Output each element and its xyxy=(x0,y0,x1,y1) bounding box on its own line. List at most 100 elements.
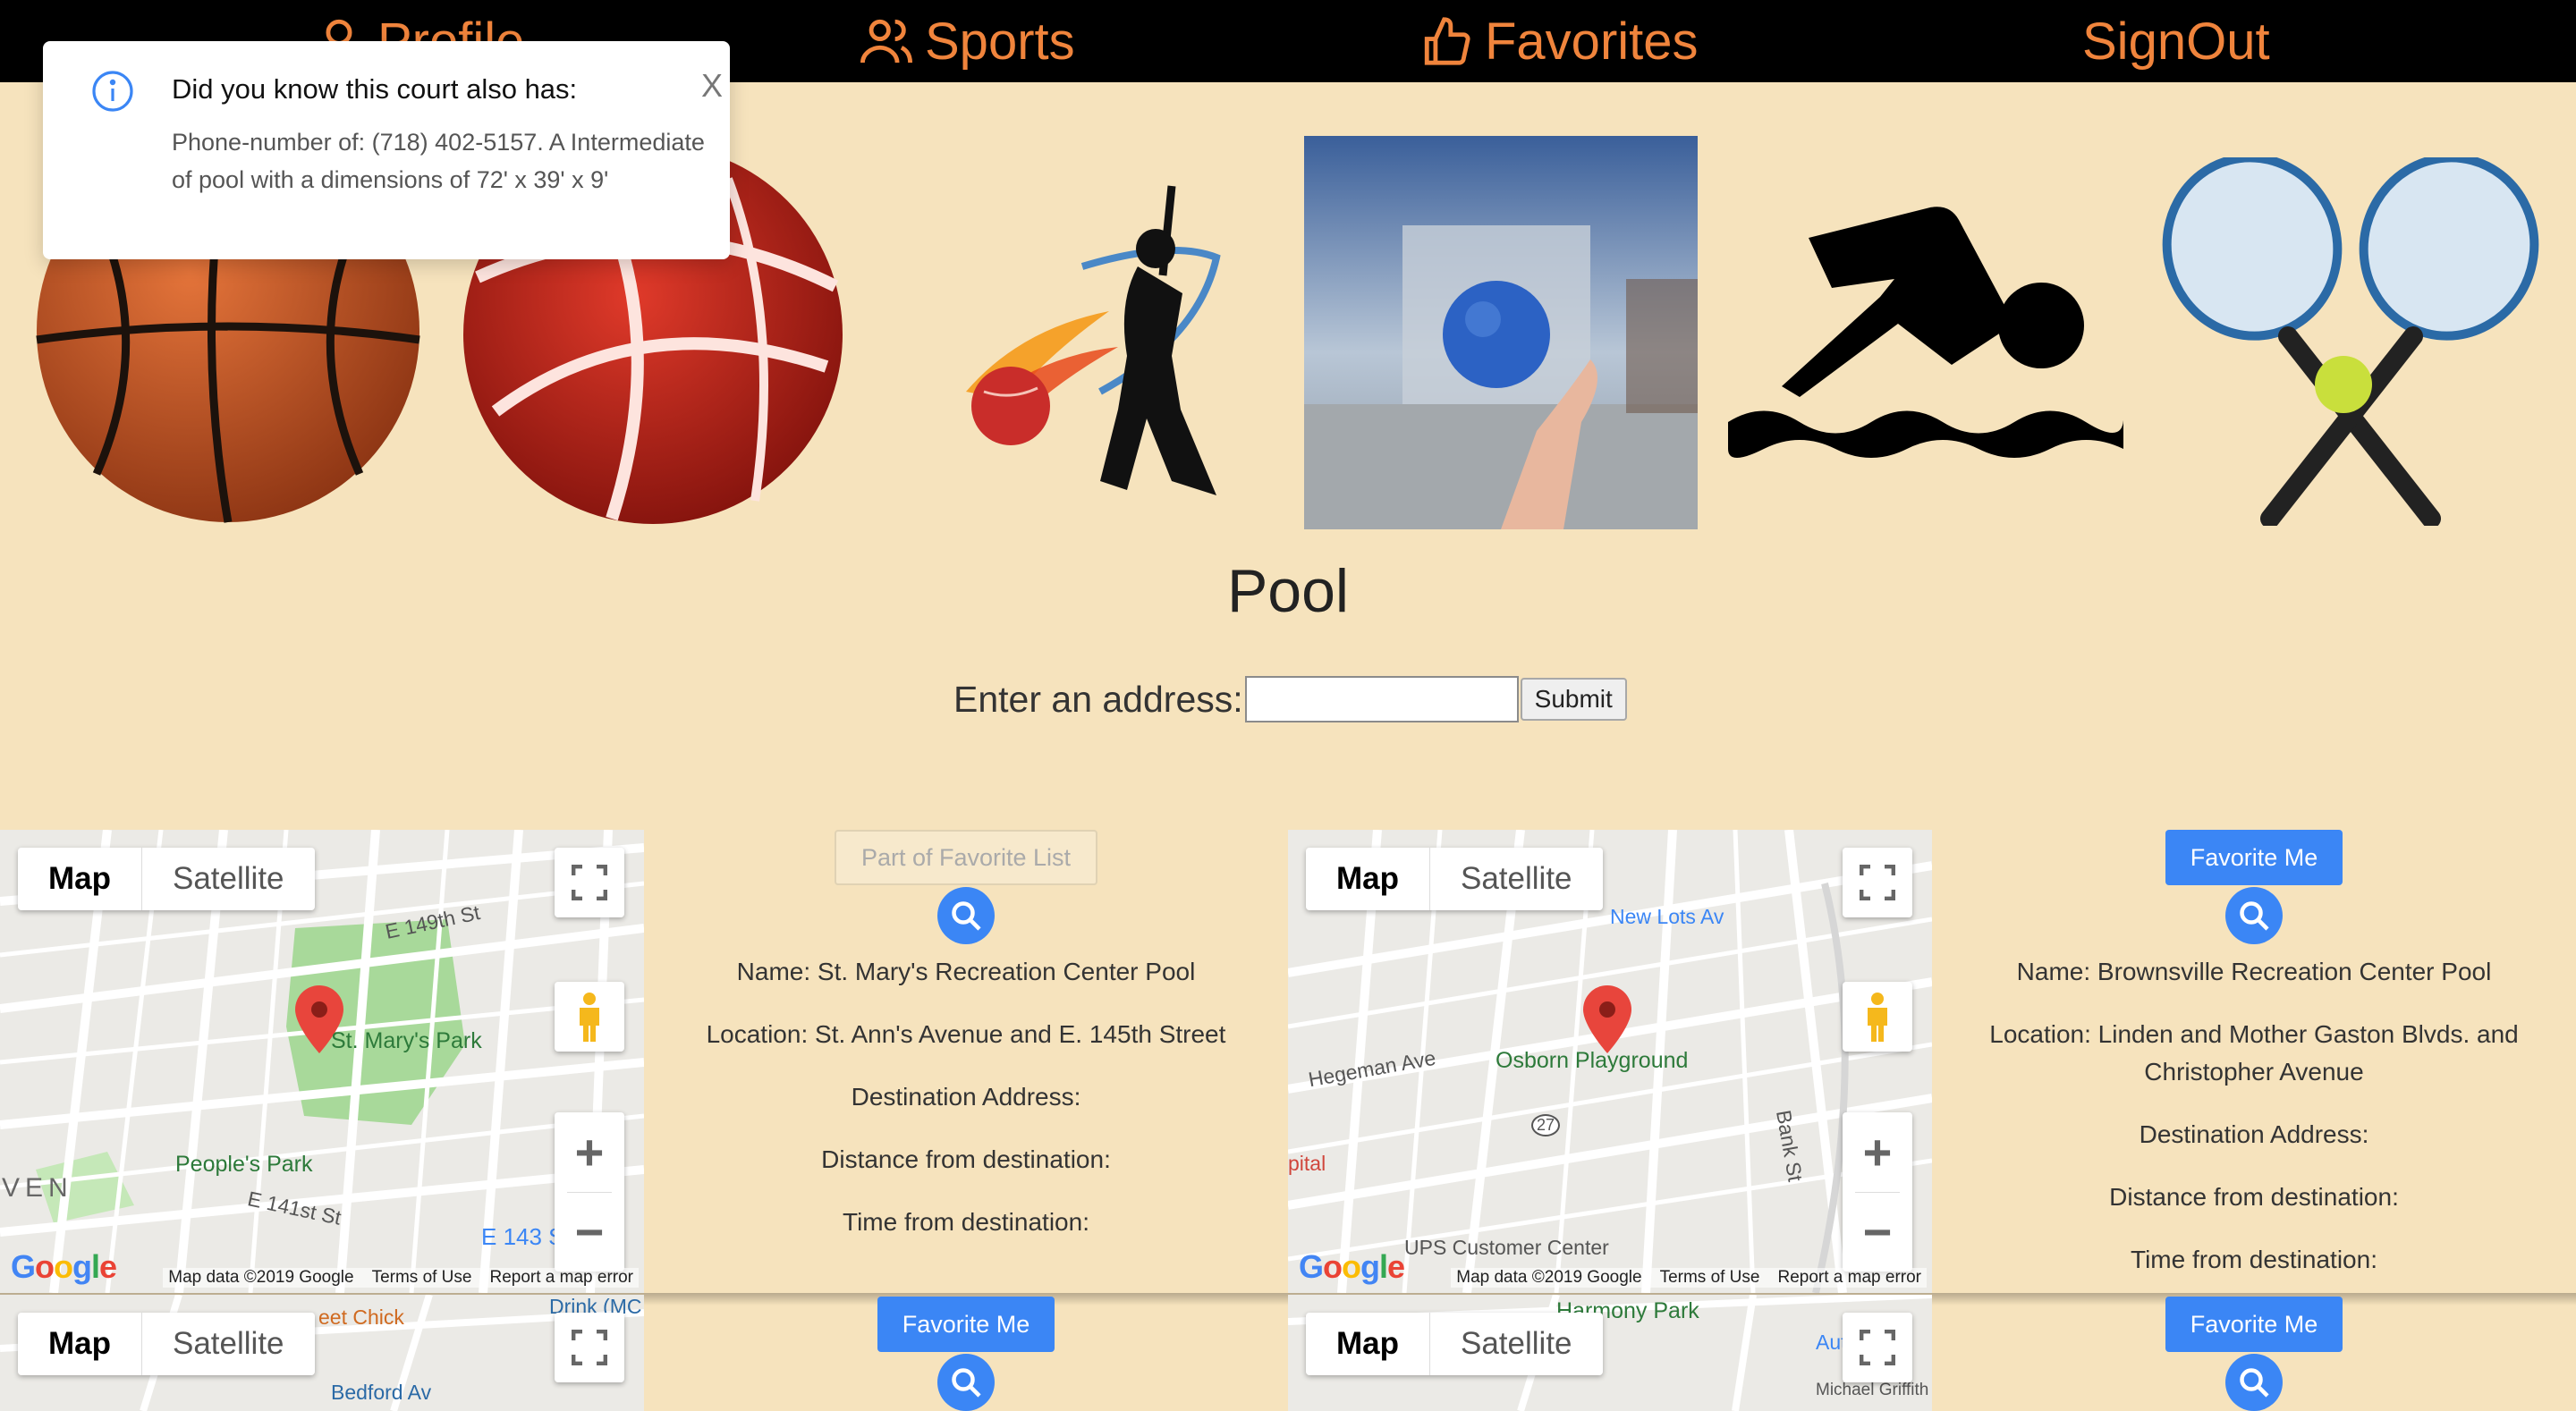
map-label-street: Bedford Av xyxy=(331,1381,432,1404)
distance-from-destination: Distance from destination: xyxy=(821,1145,1111,1173)
map-type-satellite-button[interactable]: Satellite xyxy=(1430,848,1603,910)
fullscreen-button[interactable] xyxy=(1843,848,1912,917)
result-panel-3: Favorite Me xyxy=(644,1297,1288,1411)
terms-link[interactable]: Terms of Use xyxy=(372,1268,472,1288)
terms-link[interactable]: Terms of Use xyxy=(1660,1268,1760,1288)
map-label-poi: eet Chick xyxy=(318,1305,404,1329)
nav-favorites[interactable]: Favorites xyxy=(1420,7,1699,75)
pool-name: Name: Brownsville Recreation Center Pool xyxy=(2016,958,2492,985)
map-type-map-button[interactable]: Map xyxy=(1306,848,1430,910)
fullscreen-button[interactable] xyxy=(555,1313,624,1382)
submit-button[interactable]: Submit xyxy=(1520,678,1627,721)
search-icon xyxy=(952,1368,981,1398)
fullscreen-icon xyxy=(572,865,607,900)
fullscreen-button[interactable] xyxy=(1843,1313,1912,1382)
address-input[interactable] xyxy=(1244,676,1519,722)
racquetball-image[interactable] xyxy=(1304,136,1698,529)
fullscreen-icon xyxy=(1860,1330,1895,1365)
nav-signout[interactable]: SignOut xyxy=(2082,7,2270,75)
map-type-satellite-button[interactable]: Satellite xyxy=(142,848,315,910)
court-info-toast: Did you know this court also has: X Phon… xyxy=(43,41,730,259)
map-type-satellite-button[interactable]: Satellite xyxy=(1430,1313,1603,1375)
nav-signout-label: SignOut xyxy=(2082,12,2270,71)
map-label-station: New Lots Av xyxy=(1610,905,1724,928)
zoom-out-button[interactable]: − xyxy=(555,1192,624,1272)
info-icon xyxy=(92,71,133,112)
map-label-park: St. Mary's Park xyxy=(331,1028,482,1053)
pool-location: Location: Linden and Mother Gaston Blvds… xyxy=(1989,1020,2519,1086)
result-panel-4: Favorite Me xyxy=(1932,1297,2576,1411)
map-type-map-button[interactable]: Map xyxy=(18,1313,142,1375)
fullscreen-button[interactable] xyxy=(555,848,624,917)
nav-favorites-label: Favorites xyxy=(1485,12,1699,71)
street-view-button[interactable] xyxy=(1843,982,1912,1052)
location-pin-icon[interactable] xyxy=(1583,985,1631,1053)
map-type-control: Map Satellite xyxy=(18,848,315,910)
search-button[interactable] xyxy=(937,1354,995,1411)
zoom-in-button[interactable]: + xyxy=(555,1112,624,1192)
toast-title: Did you know this court also has: xyxy=(172,73,578,105)
address-label: Enter an address: xyxy=(953,678,1243,720)
toast-close-button[interactable]: X xyxy=(701,68,723,104)
map-type-control: Map Satellite xyxy=(1306,1313,1603,1375)
google-logo: Google xyxy=(1299,1248,1405,1285)
map-type-control: Map Satellite xyxy=(1306,848,1603,910)
destination-address: Destination Address: xyxy=(2139,1120,2369,1148)
swimming-icon[interactable] xyxy=(1728,190,2123,476)
favorite-button[interactable]: Favorite Me xyxy=(877,1297,1055,1352)
thumbs-up-icon xyxy=(1424,17,1470,65)
map-brownsville[interactable]: Osborn Playground New Lots Av Hegeman Av… xyxy=(1288,830,1932,1293)
favorite-button[interactable]: Favorite Me xyxy=(2165,1297,2343,1352)
google-logo: Google xyxy=(11,1248,117,1285)
map-type-map-button[interactable]: Map xyxy=(18,848,142,910)
destination-address: Destination Address: xyxy=(851,1083,1081,1111)
zoom-out-button[interactable]: − xyxy=(1843,1192,1912,1272)
zoom-control: + − xyxy=(1843,1112,1912,1272)
map-type-map-button[interactable]: Map xyxy=(1306,1313,1430,1375)
fullscreen-icon xyxy=(572,1330,607,1365)
cricket-image[interactable] xyxy=(948,177,1243,522)
pool-name: Name: St. Mary's Recreation Center Pool xyxy=(736,958,1196,985)
map-data-text: Map data ©2019 Google xyxy=(168,1268,354,1287)
pegman-icon xyxy=(580,993,599,1042)
time-from-destination: Time from destination: xyxy=(843,1208,1089,1236)
time-from-destination: Time from destination: xyxy=(2131,1246,2377,1273)
result-panel-brownsville: Favorite Me Name: Brownsville Recreation… xyxy=(1932,830,2576,1279)
search-icon xyxy=(2240,1368,2269,1398)
favorite-button[interactable]: Part of Favorite List xyxy=(834,830,1098,885)
search-button[interactable] xyxy=(2225,1354,2283,1411)
zoom-in-button[interactable]: + xyxy=(1843,1112,1912,1192)
page-title: Pool xyxy=(1226,557,1350,625)
distance-from-destination: Distance from destination: xyxy=(2109,1183,2399,1211)
map-result-4[interactable]: Harmony Park Aut Michael Griffith Map Sa… xyxy=(1288,1295,1932,1411)
map-type-satellite-button[interactable]: Satellite xyxy=(142,1313,315,1375)
report-link[interactable]: Report a map error xyxy=(1777,1268,1921,1288)
map-label-area: VEN xyxy=(2,1173,73,1203)
address-form: Enter an address: Submit xyxy=(953,676,1627,722)
nav-sports[interactable]: Sports xyxy=(860,7,1075,75)
map-label-park: Osborn Playground xyxy=(1496,1048,1689,1073)
users-icon xyxy=(860,19,912,63)
fullscreen-icon xyxy=(1860,865,1895,900)
map-label-poi: UPS Customer Center xyxy=(1404,1236,1609,1259)
toast-body: Phone-number of: (718) 402-5157. A Inter… xyxy=(172,129,705,193)
result-panel-st-marys: Part of Favorite List Name: St. Mary's R… xyxy=(644,830,1288,1241)
tennis-image[interactable] xyxy=(2154,157,2547,526)
map-label-street: Michael Griffith xyxy=(1816,1381,1929,1399)
pegman-icon xyxy=(1868,993,1887,1042)
pool-location: Location: St. Ann's Avenue and E. 145th … xyxy=(706,1020,1226,1048)
favorite-button[interactable]: Favorite Me xyxy=(2165,830,2343,885)
map-st-marys[interactable]: St. Mary's Park People's Park E 149th St… xyxy=(0,830,644,1293)
map-type-control: Map Satellite xyxy=(18,1313,315,1375)
zoom-control: + − xyxy=(555,1112,624,1272)
search-button[interactable] xyxy=(2225,887,2283,944)
map-result-3[interactable]: eet Chick Drink (MC Bedford Av Map Satel… xyxy=(0,1295,644,1411)
route-shield: 27 xyxy=(1531,1114,1561,1136)
map-data-text: Map data ©2019 Google xyxy=(1456,1268,1642,1287)
street-view-button[interactable] xyxy=(555,982,624,1052)
map-label-park2: People's Park xyxy=(175,1152,313,1177)
search-button[interactable] xyxy=(937,887,995,944)
map-footer: Map data ©2019 Google Terms of Use Repor… xyxy=(1451,1268,1927,1288)
search-icon xyxy=(952,901,981,931)
report-link[interactable]: Report a map error xyxy=(489,1268,633,1288)
